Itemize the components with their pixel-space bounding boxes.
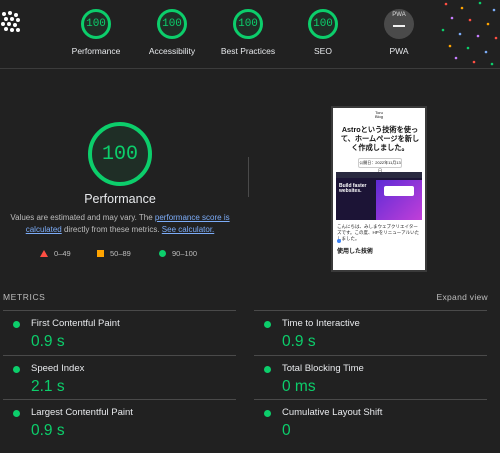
triangle-icon <box>40 250 48 257</box>
pass-circle-icon <box>13 366 20 373</box>
category-header: 100 Performance 100 Accessibility 100 Be… <box>0 0 500 69</box>
metric-value: 2.1 s <box>31 378 65 395</box>
performance-big-score: 100 <box>101 142 138 166</box>
article-paragraph: こんにちは、みしまウェブクリエイターズです。この度、HPをリニューアルいたしまし… <box>337 224 420 241</box>
article-subheading: 使用した技術 <box>337 249 374 255</box>
category-label: Accessibility <box>148 46 196 56</box>
category-seo[interactable]: 100 SEO <box>283 9 363 56</box>
legend-pass: 90–100 <box>159 249 197 258</box>
expand-view-button[interactable]: Expand view <box>437 292 489 302</box>
seo-gauge: 100 <box>308 9 338 39</box>
metric-label: Time to Interactive <box>282 318 360 329</box>
performance-title: Performance <box>84 192 156 206</box>
metric-value: 0 <box>282 422 291 439</box>
pwa-badge-icon: PWA <box>384 9 414 39</box>
category-label: Performance <box>71 46 121 56</box>
hero-text: Build faster websites. <box>339 183 367 194</box>
see-calculator-link[interactable]: See calculator. <box>162 225 214 234</box>
legend-average-label: 50–89 <box>110 249 131 258</box>
legend-fail-label: 0–49 <box>54 249 71 258</box>
site-logo: Toru Blog <box>374 110 383 119</box>
metric-value: 0.9 s <box>31 333 65 350</box>
category-performance[interactable]: 100 Performance <box>56 9 136 56</box>
best-practices-gauge: 100 <box>233 9 263 39</box>
category-pwa[interactable]: PWA PWA <box>359 9 439 56</box>
lighthouse-logo-icon <box>1 11 20 32</box>
metric-label: Cumulative Layout Shift <box>282 407 383 418</box>
performance-big-gauge: 100 <box>88 122 152 186</box>
category-label: SEO <box>314 46 332 56</box>
article-title: Astroという技術を使って、ホームページを新しく作成しました。 <box>340 125 420 152</box>
best-practices-score: 100 <box>238 18 258 30</box>
accessibility-gauge: 100 <box>157 9 187 39</box>
category-accessibility[interactable]: 100 Accessibility <box>132 9 212 56</box>
metric-largest-contentful-paint: Largest Contentful Paint 0.9 s <box>3 399 236 444</box>
confetti-decoration-icon <box>441 1 498 66</box>
legend-pass-label: 90–100 <box>172 249 198 258</box>
square-icon <box>97 250 104 257</box>
metric-time-to-interactive: Time to Interactive 0.9 s <box>254 310 487 355</box>
performance-gauge: 100 <box>81 9 111 39</box>
note-text: Values are estimated and may vary. The <box>10 213 155 222</box>
pwa-badge-text: PWA <box>392 12 406 18</box>
note-text: directly from these metrics. <box>61 225 162 234</box>
metric-value: 0.9 s <box>282 333 316 350</box>
legend-fail: 0–49 <box>40 249 71 258</box>
pass-circle-icon <box>13 410 20 417</box>
score-legend: 0–49 50–89 90–100 <box>40 249 220 261</box>
performance-score: 100 <box>86 18 106 30</box>
metric-value: 0.9 s <box>31 422 65 439</box>
metric-label: Total Blocking Time <box>282 363 364 374</box>
legend-average: 50–89 <box>97 249 131 258</box>
metrics-title: METRICS <box>3 292 46 302</box>
performance-note: Values are estimated and may vary. The p… <box>10 212 230 236</box>
performance-section: 100 Performance Values are estimated and… <box>0 69 500 279</box>
pass-circle-icon <box>13 321 20 328</box>
metrics-header: METRICS Expand view <box>0 280 500 302</box>
metric-label: Speed Index <box>31 363 85 374</box>
metric-label: First Contentful Paint <box>31 318 120 329</box>
metric-cumulative-layout-shift: Cumulative Layout Shift 0 <box>254 399 487 444</box>
publish-date: 公開日：2022年11月13日 <box>358 158 402 173</box>
category-label: Best Practices <box>220 46 276 56</box>
metric-speed-index: Speed Index 2.1 s <box>3 355 236 400</box>
metric-value: 0 ms <box>282 378 316 395</box>
divider <box>248 157 249 197</box>
pass-circle-icon <box>264 366 271 373</box>
pass-circle-icon <box>264 321 271 328</box>
final-screenshot-thumbnail[interactable]: Toru Blog Astroという技術を使って、ホームページを新しく作成しまし… <box>331 106 427 272</box>
accessibility-score: 100 <box>162 18 182 30</box>
hero-image: Build faster websites. <box>336 172 422 220</box>
pass-circle-icon <box>264 410 271 417</box>
metric-total-blocking-time: Total Blocking Time 0 ms <box>254 355 487 400</box>
bullet-icon <box>337 239 341 243</box>
metric-first-contentful-paint: First Contentful Paint 0.9 s <box>3 310 236 355</box>
category-label: PWA <box>389 46 409 56</box>
category-best-practices[interactable]: 100 Best Practices <box>208 9 288 56</box>
metric-label: Largest Contentful Paint <box>31 407 133 418</box>
circle-icon <box>159 250 166 257</box>
seo-score: 100 <box>313 18 333 30</box>
